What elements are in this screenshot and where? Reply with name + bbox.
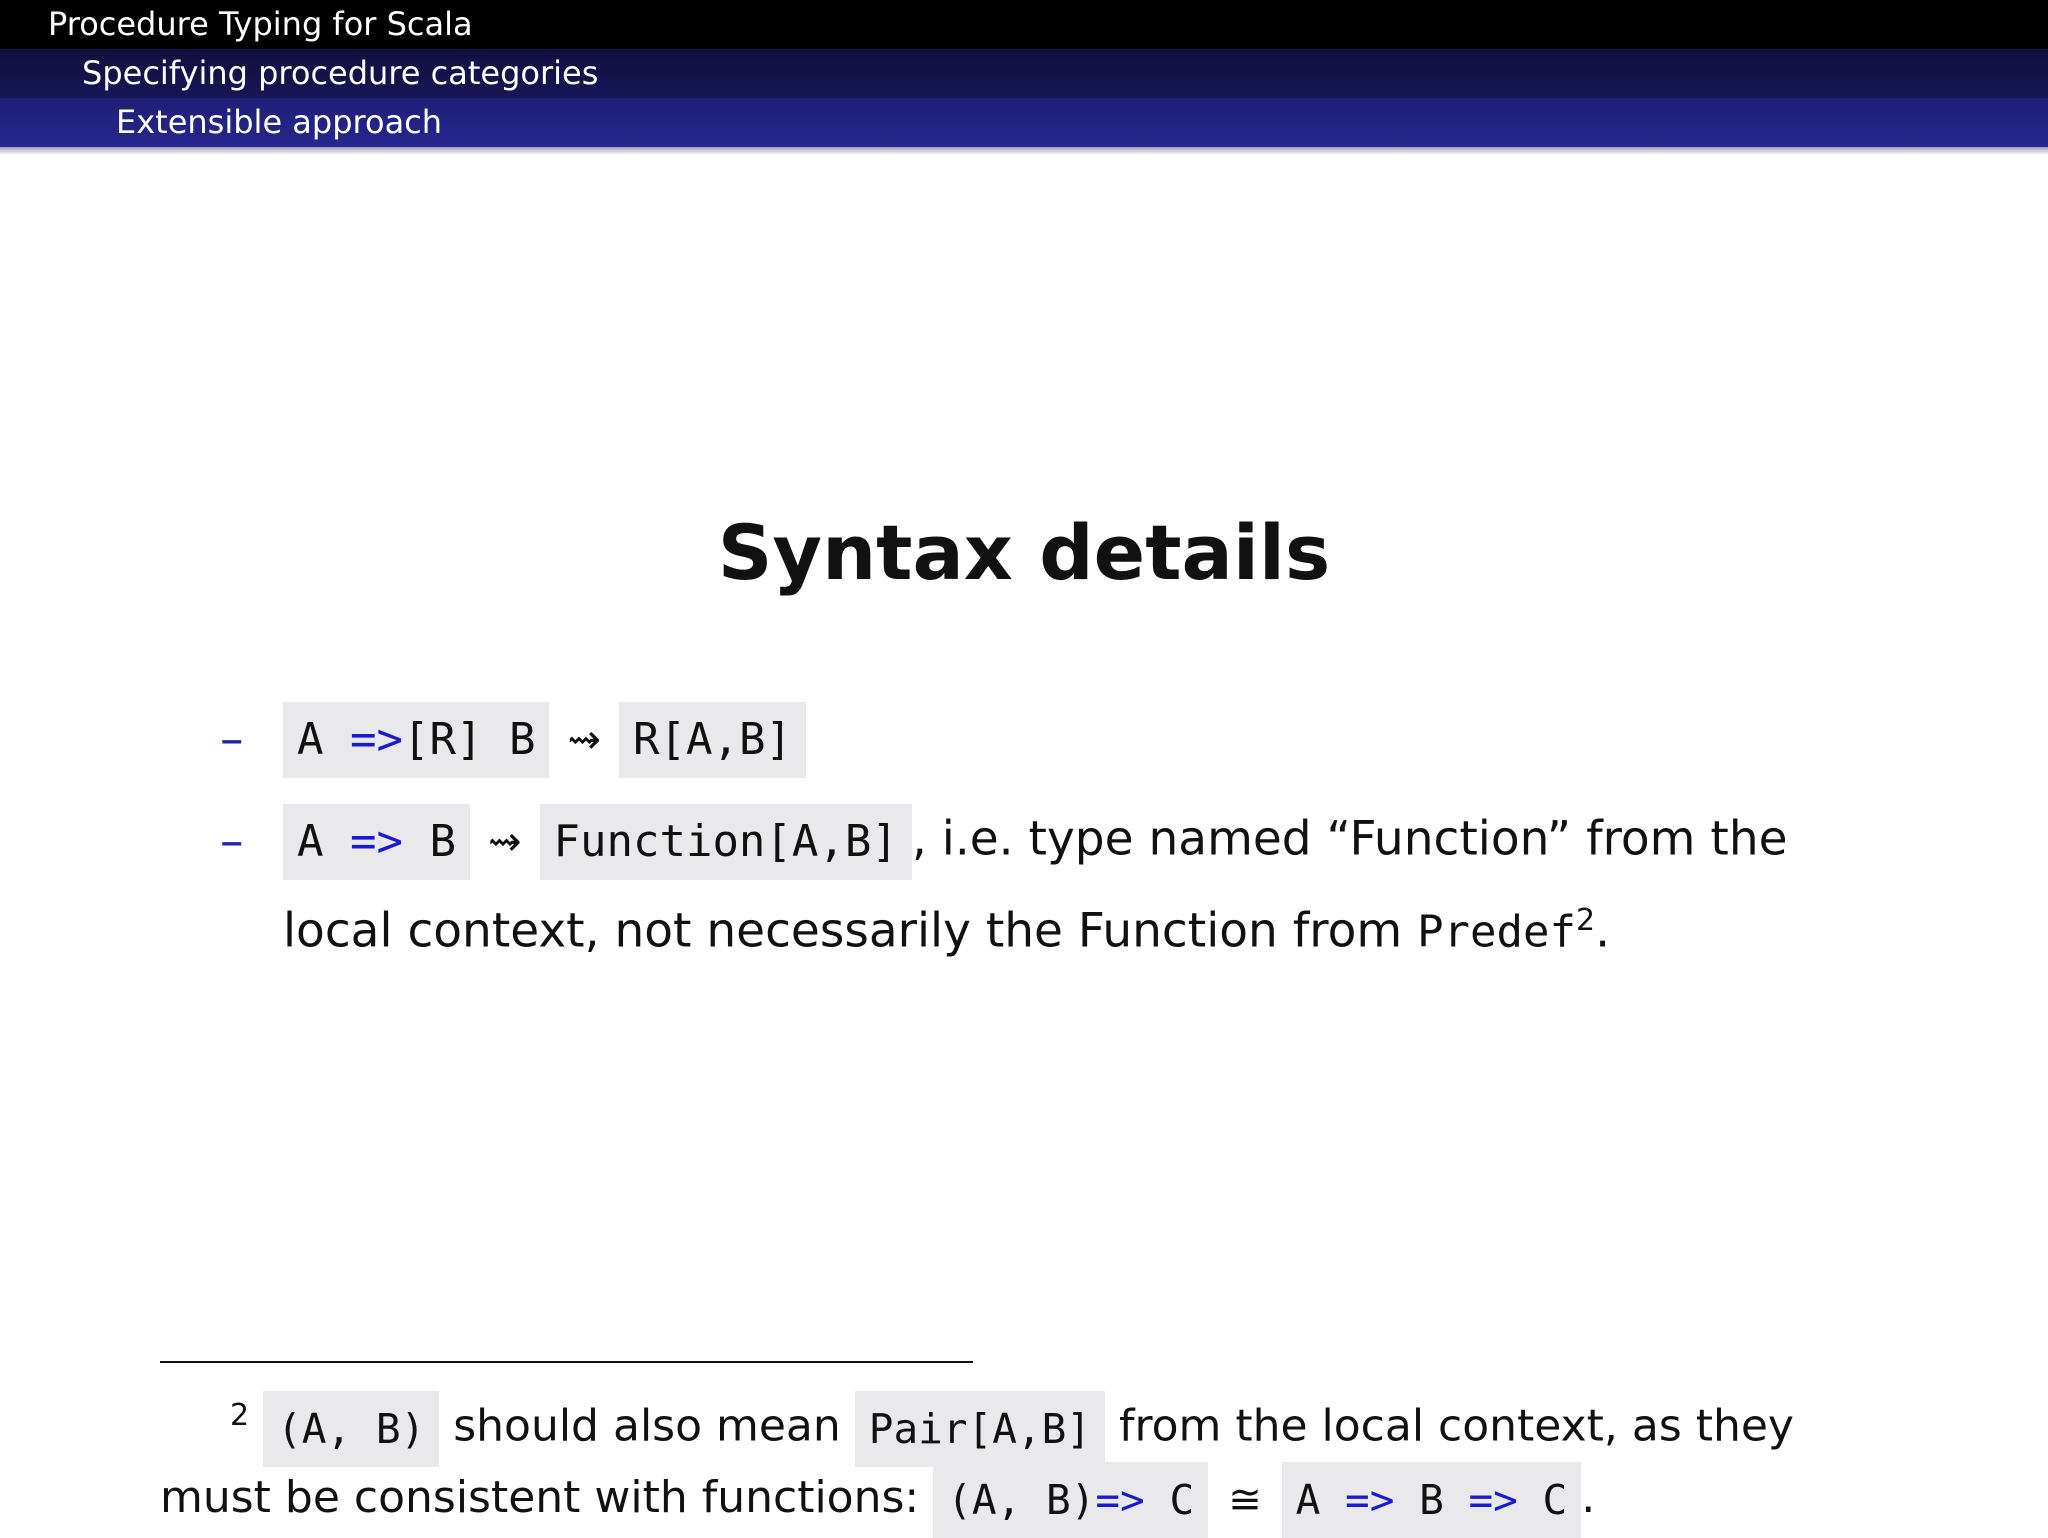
bullet-1: A =>[R] B ⇝ R[A,B]: [283, 702, 806, 778]
code-keyword-arrow: =>: [1095, 1476, 1145, 1524]
header-section-bar: Procedure Typing for Scala: [0, 0, 2048, 49]
code-curried-function: A => B => C: [1281, 1462, 1582, 1538]
header-shadow: [0, 147, 2048, 155]
code-keyword-arrow: =>: [350, 816, 403, 867]
bullet-marker-2: –: [220, 814, 244, 869]
code-token: A: [1295, 1476, 1321, 1524]
footnote-line-2: must be consistent with functions: (A, B…: [160, 1460, 1595, 1538]
footnote-rule: [160, 1361, 973, 1363]
bullet-2-text-1: , i.e. type named “Function” from the: [911, 811, 1788, 867]
slide-title: Syntax details: [717, 508, 1331, 597]
code-procedure-type: A =>[R] B: [283, 702, 550, 778]
header-subsubsection-title[interactable]: Extensible approach: [116, 98, 442, 147]
code-token: [R]: [402, 714, 483, 765]
code-token: B): [375, 1404, 426, 1453]
code-token: C: [1169, 1476, 1195, 1524]
code-tuple-function: (A, B)=> C: [933, 1462, 1209, 1538]
code-keyword-arrow: =>: [1345, 1476, 1395, 1524]
bullet-2: A => B ⇝ Function[A,B], i.e. type named “F…: [283, 804, 1788, 880]
code-result-type: R[A,B]: [618, 702, 806, 778]
code-token: B): [1046, 1476, 1096, 1524]
footnote-reference[interactable]: 2: [1576, 903, 1595, 938]
code-keyword-arrow: =>: [350, 714, 403, 765]
code-keyword-arrow: =>: [1468, 1476, 1518, 1524]
header-section-title[interactable]: Procedure Typing for Scala: [48, 0, 473, 49]
code-token: A: [297, 816, 324, 867]
leadsto-symbol: ⇝: [567, 717, 601, 763]
code-token: B: [508, 714, 536, 765]
code-token: A: [297, 714, 324, 765]
code-token: (A,: [947, 1476, 1022, 1524]
code-result-type: Function[A,B]: [539, 804, 912, 880]
header-subsection-title[interactable]: Specifying procedure categories: [82, 49, 598, 98]
header-subsection-bar: Specifying procedure categories: [0, 49, 2048, 98]
code-tuple-type: (A, B): [263, 1390, 440, 1467]
leadsto-symbol: ⇝: [487, 819, 522, 865]
bullet-2-end: .: [1595, 903, 1611, 959]
footnote-text-3: must be consistent with functions:: [160, 1472, 920, 1523]
footnote-mark: 2: [230, 1398, 250, 1433]
bullet-marker-1: –: [220, 712, 244, 767]
bullet-2-continuation: local context, not necessarily the Funct…: [283, 891, 1610, 963]
code-token: B: [1419, 1476, 1444, 1524]
code-token: (A,: [277, 1404, 352, 1453]
bullet-2-text-2: local context, not necessarily the Funct…: [283, 903, 1418, 959]
isomorphism-symbol: ≅: [1228, 1477, 1262, 1523]
code-pair-type: Pair[A,B]: [854, 1390, 1105, 1467]
footnote-text-2: from the local context, as they: [1118, 1400, 1794, 1452]
header-subsubsection-bar: Extensible approach: [0, 98, 2048, 147]
footnote-text-1: should also mean: [453, 1400, 841, 1452]
code-predef: Predef: [1417, 906, 1577, 958]
footnote-end: .: [1581, 1472, 1596, 1523]
code-token: B: [429, 816, 456, 867]
footnote-line-1: 2 (A, B) should also mean Pair[A,B] from…: [230, 1378, 1794, 1467]
code-function-type: A => B: [283, 804, 470, 880]
code-token: C: [1542, 1476, 1568, 1524]
